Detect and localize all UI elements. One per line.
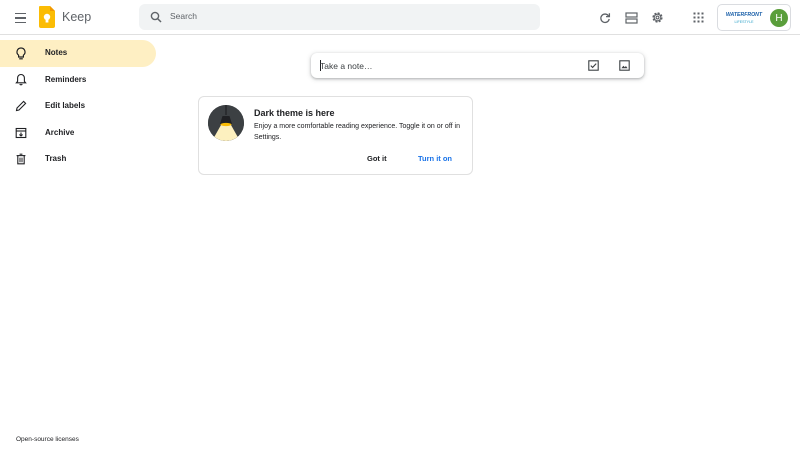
take-note-input[interactable]: Take a note… — [311, 53, 644, 78]
top-bar: Keep Search WATERFRONT LIFESTYLE H — [0, 0, 800, 35]
take-note-placeholder: Take a note… — [320, 61, 373, 71]
keep-logo-icon[interactable] — [39, 6, 55, 28]
sidebar-item-reminders[interactable]: Reminders — [0, 67, 156, 94]
trash-icon — [14, 152, 28, 166]
got-it-button[interactable]: Got it — [367, 154, 387, 163]
dark-theme-illustration — [208, 105, 244, 141]
promo-title: Dark theme is here — [254, 108, 335, 118]
bell-icon — [14, 73, 28, 87]
sidebar-item-label: Archive — [45, 127, 75, 137]
promo-body: Enjoy a more comfortable reading experie… — [254, 123, 460, 141]
organization-logo-title: WATERFRONT — [725, 12, 763, 18]
sidebar-item-edit-labels[interactable]: Edit labels — [0, 93, 156, 120]
sidebar-item-label: Reminders — [45, 74, 87, 84]
sidebar-item-label: Notes — [45, 48, 68, 57]
checkbox-icon[interactable] — [587, 59, 600, 72]
app-title[interactable]: Keep — [62, 10, 91, 24]
dark-theme-promo-card: Dark theme is here Enjoy a more comforta… — [198, 96, 473, 175]
avatar[interactable]: H — [770, 9, 788, 27]
sidebar-item-trash[interactable]: Trash — [0, 146, 156, 173]
organization-logo-subtitle: LIFESTYLE — [734, 20, 754, 24]
main-menu-button[interactable] — [10, 8, 30, 28]
search-placeholder: Search — [170, 11, 197, 21]
open-source-licenses-link[interactable]: Open-source licenses — [16, 436, 79, 443]
list-view-icon[interactable] — [623, 9, 640, 26]
menu-icon-bar — [14, 21, 26, 24]
menu-icon-bar — [14, 17, 26, 19]
archive-icon — [14, 126, 28, 140]
settings-icon[interactable] — [649, 9, 666, 26]
sidebar: Notes Reminders Edit labels Archive Tras… — [0, 40, 160, 173]
search-bar[interactable]: Search — [139, 4, 540, 30]
search-icon[interactable] — [150, 11, 162, 23]
apps-grid-icon[interactable] — [690, 9, 707, 26]
refresh-icon[interactable] — [596, 9, 613, 26]
account-switcher[interactable]: WATERFRONT LIFESTYLE H — [717, 4, 791, 31]
lightbulb-icon — [14, 46, 28, 60]
sidebar-item-archive[interactable]: Archive — [0, 120, 156, 147]
image-icon[interactable] — [618, 59, 631, 72]
turn-it-on-button[interactable]: Turn it on — [418, 154, 452, 163]
pencil-icon — [14, 99, 28, 113]
menu-icon-bar — [14, 12, 26, 15]
organization-logo: WATERFRONT LIFESTYLE — [723, 12, 765, 24]
sidebar-item-notes[interactable]: Notes — [0, 40, 156, 67]
sidebar-item-label: Edit labels — [45, 101, 86, 110]
sidebar-item-label: Trash — [45, 154, 67, 163]
